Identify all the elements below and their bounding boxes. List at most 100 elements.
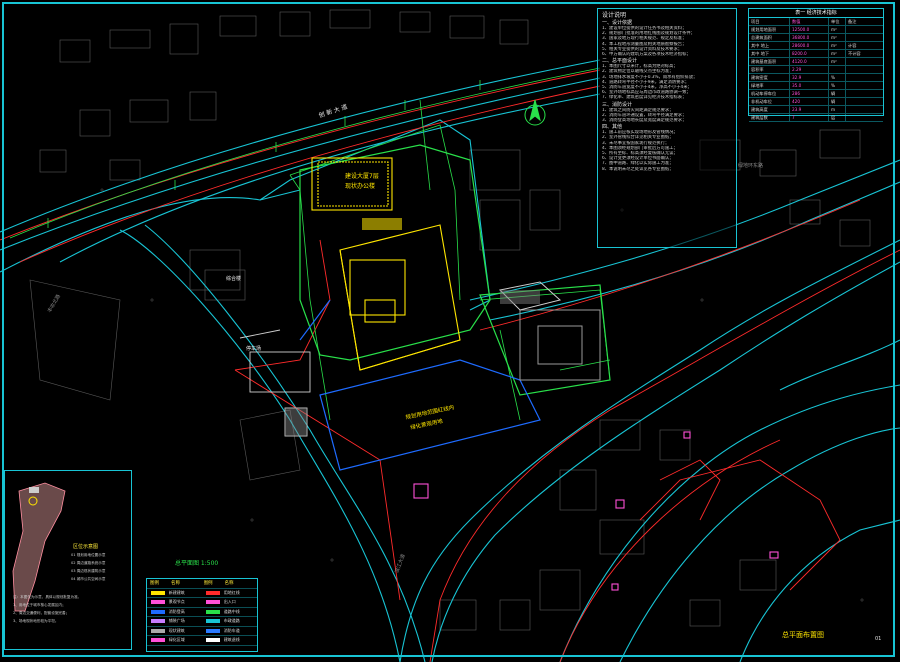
legend-label: 消防车道 [223,627,240,633]
keymap-item: 3、场地现状地形较为平坦。 [13,619,59,623]
legend-swatch [206,609,220,614]
econ-table-row: 规划用地面积 12500.0 m² [749,26,883,34]
legend-swatch [206,638,220,643]
econ-table-row: 项目 数值 单位 备注 [749,18,883,26]
econ-table-cell [846,114,883,121]
econ-table-cell: 420 [790,98,829,105]
economic-indicators-table: 表一 经济技术指标 项目 数值 单位 备注 规划用地面积 12500.0 m² 总建筑面积 36… [748,8,884,122]
building-label-main-a: 建设大厦7层 [345,173,379,180]
legend-label: 建筑退线 [223,637,240,643]
econ-table-cell: 项目 [749,18,790,25]
econ-table-cell: m² [829,50,846,57]
west-hatch [285,408,307,436]
keymap-item: 04 城市公共空间示意 [71,577,106,581]
econ-table-cell [846,26,883,33]
econ-table-cell: 非机动车位 [749,98,790,105]
econ-table-cell: 规划用地面积 [749,26,790,33]
econ-table-cell: 其中 地下 [749,50,790,57]
keymap-area [12,482,66,612]
legend-header: 图例 [203,581,213,587]
yellow-hatch-zone [362,218,402,230]
econ-table-cell: 其中 地上 [749,42,790,49]
econ-table-cell: 建筑层数 [749,114,790,121]
sheet-title: 总平面布置图 [782,631,824,639]
econ-table-cell: 建筑高度 [749,106,790,113]
econ-table-cell: 绿地率 [749,82,790,89]
legend-body: 新建建筑 用地红线景观节点 出入口消防登高 道路中线 铺装广场 市政道路现状建筑 消防车道绿… [147,589,257,646]
east-hatch [500,290,540,304]
legend-row: 绿化区域 建筑退线 [147,636,257,646]
econ-table-cell: m² [829,26,846,33]
econ-table-cell: 备注 [848,19,857,24]
keymap-item: 1、用地位于城市核心发展区内； [13,603,66,607]
econ-table-row: 绿地率 35.0% [749,82,883,90]
legend-header: 图例 [150,581,159,587]
econ-table-cell: 2.29 [790,66,829,73]
scale-label: 总平面图 1:500 [175,560,219,567]
legend-swatch [151,638,165,643]
econ-table-cell: 4120.0 [790,58,829,65]
econ-table-cell [846,58,883,65]
notes-line: 7、绿化率、建筑密度详见经济技术指标表； [602,95,687,101]
road-label-east: 绿地环东路 [738,163,764,169]
notes-section-1: 一、设计依据 1、建设单位提供的设计任务书及相关资料； 2、规划部门批准的用地红… [602,20,732,57]
keymap-drawing [12,482,66,612]
keymap-item: 01 规划用地位置示意 [71,553,106,557]
econ-table-row: 建筑高度 23.9 m [749,106,883,114]
econ-table-cell: 数值 [790,18,829,25]
legend-swatch [151,609,165,614]
legend-label: 市政道路 [223,618,240,624]
legend-label: 铺装广场 [168,618,185,624]
legend-label: 出入口 [223,599,236,605]
econ-table-cell: 8200.0 [790,50,829,57]
econ-table-row: 其中 地下 8200.0 m² 不计容 [749,50,883,58]
location-keymap-panel: 区位示意图 01 规划用地位置示意 02 周边道路系统示意 03 周边现状建筑示… [4,470,132,650]
econ-table-cell: 286 [790,90,829,97]
econ-table-row: 容积率 2.29 [749,66,883,74]
design-notes-panel: 设计说明 一、设计依据 1、建设单位提供的设计任务书及相关资料； 2、规划部门批… [597,8,737,248]
notes-line: 6、甲方确认的建筑方案及各项技术经济指标； [602,52,691,58]
econ-table-cell: 单位 [829,18,846,25]
legend-row: 现状建筑 消防车道 [147,627,257,636]
econ-table-cell [829,66,846,73]
legend-swatch [151,600,165,605]
left-building-label: 综合楼 [226,276,242,282]
econ-table-row: 机动车停车位 286 辆 [749,90,883,98]
econ-table-cell [846,90,883,97]
econ-table-cell: 36800.0 [790,34,829,41]
notes-section-2: 二、总平面设计 1、本图尺寸以米计，标高为绝对标高； 2、建筑物定位以轴线交点坐… [602,58,732,100]
legend-panel: 图例 名称 图例 名称 新建建筑 用地红线 景观节点 出入口 消防登高 道路中线 铺装广场 市… [146,578,258,652]
econ-table-cell: 机动车停车位 [749,90,790,97]
econ-table-cell [846,74,883,81]
econ-table-title: 表一 经济技术指标 [749,9,883,18]
notes-title: 设计说明 [602,12,627,19]
notes-section-4: 四、其他 1、施工前应核实现场地形及管线情况； 2、室外管线综合详见相关专业图纸… [602,124,732,172]
legend-row: 消防登高 道路中线 [147,608,257,617]
keymap-item: 注：本图仅为示意，具体以规划批复为准。 [13,595,82,599]
econ-table-row: 总建筑面积 36800.0 m² [749,34,883,42]
legend-label: 新建建筑 [168,589,185,595]
econ-table-body: 项目 数值 单位 备注 规划用地面积 12500.0 m² 总建筑面积 36800.0 m² 其中 … [749,18,883,122]
econ-table-cell: m² [829,34,846,41]
econ-table-row: 建筑层数 7 层 [749,114,883,122]
legend-row: 铺装广场 市政道路 [147,617,257,627]
econ-table-cell: 总建筑面积 [749,34,790,41]
econ-table-cell: % [829,82,846,89]
econ-table-cell: 层 [829,114,846,121]
legend-label: 用地红线 [223,589,240,595]
legend-header: 名称 [171,581,181,587]
econ-table-cell [846,34,883,41]
econ-table-cell: % [829,74,846,81]
econ-table-cell: 容积率 [749,66,790,73]
econ-table-cell: 23.9 [790,106,829,113]
keymap-item: 02 周边道路系统示意 [71,561,106,565]
notes-line: 3、消防登高场地长度及宽度满足规范要求； [602,118,687,124]
econ-table-cell [846,98,883,105]
econ-table-cell: 计容 [848,43,857,48]
econ-table-cell: 28600.0 [790,42,829,49]
keymap-block [29,487,39,493]
legend-label: 景观节点 [168,599,185,605]
econ-table-cell [846,66,883,73]
legend-label: 消防登高 [168,608,185,614]
econ-table-cell: 12500.0 [790,26,829,33]
